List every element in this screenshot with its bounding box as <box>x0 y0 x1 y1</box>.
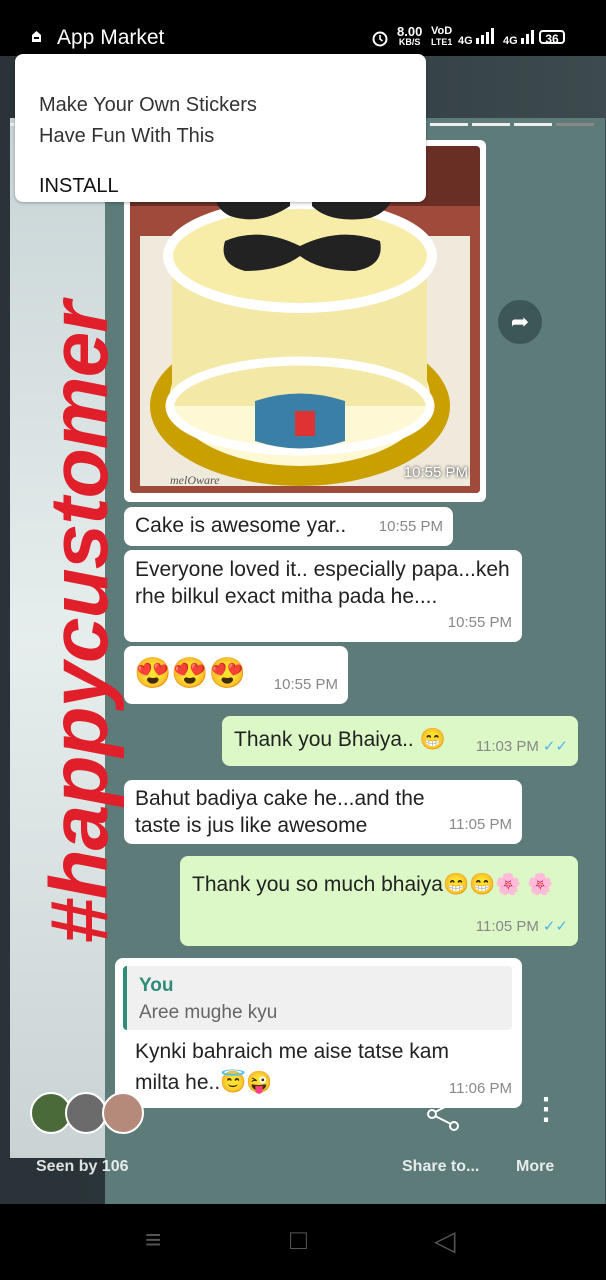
status-bar: App Market 8.00 KB/S VoD LTE1 4G 4G 36 <box>0 0 606 56</box>
alarm-icon <box>372 31 388 47</box>
ad-line-1: Make Your Own Stickers <box>39 94 257 116</box>
forward-icon: ➦ <box>510 309 530 334</box>
battery-indicator: 36 <box>539 30 565 46</box>
reply-text: Aree mughe kyu <box>139 1002 278 1023</box>
message-incoming-reply[interactable]: You Aree mughe kyu Kynki bahraich me ais… <box>115 958 522 1108</box>
read-ticks-icon: ✓✓ <box>542 738 568 755</box>
story-progress-bar <box>556 123 594 126</box>
signal-bars-icon <box>475 28 494 44</box>
signal-bars-icon <box>520 30 534 44</box>
ad-card[interactable]: Make Your Own Stickers Have Fun With Thi… <box>15 54 426 202</box>
message-time: 10:55 PM <box>403 464 468 481</box>
svg-text:melOware: melOware <box>170 473 220 487</box>
navigation-bar: ≡ □ ◁ <box>0 1204 606 1280</box>
message-incoming[interactable]: 😍😍😍 10:55 PM <box>124 646 348 704</box>
reply-quote[interactable]: You Aree mughe kyu <box>123 966 512 1030</box>
viewer-avatar[interactable] <box>102 1092 144 1134</box>
seen-by-count[interactable]: Seen by 106 <box>36 1158 129 1176</box>
more-button[interactable]: More <box>516 1158 554 1176</box>
forward-button[interactable]: ➦ <box>498 300 542 344</box>
share-icon[interactable] <box>424 1096 462 1132</box>
message-incoming[interactable]: Cake is awesome yar.. 10:55 PM <box>124 507 453 546</box>
message-time: 10:55 PM <box>273 676 338 693</box>
story-progress-bar <box>430 123 468 126</box>
more-icon[interactable]: ⋮ <box>531 1092 561 1127</box>
message-time: 10:55 PM <box>447 614 512 631</box>
message-time: 10:55 PM <box>378 518 443 535</box>
ad-line-2: Have Fun With This <box>39 125 215 147</box>
install-button[interactable]: INSTALL <box>39 175 119 198</box>
share-to-button[interactable]: Share to... <box>402 1158 479 1176</box>
story-view[interactable]: #happycustomer melOware 10:55 PM ➦ Cake … <box>0 56 606 1204</box>
story-progress-bar <box>472 123 510 126</box>
menu-icon[interactable]: ≡ <box>145 1224 161 1256</box>
signal-2: 4G <box>503 28 535 47</box>
network-speed: 8.00 KB/S <box>397 24 423 47</box>
story-progress-bar <box>514 123 552 126</box>
message-time: 11:05 PM <box>448 816 512 833</box>
back-icon[interactable]: ◁ <box>434 1224 456 1257</box>
message-outgoing[interactable]: Thank you Bhaiya.. 😁 11:03 PM ✓✓ <box>222 716 578 766</box>
message-time: 11:05 PM ✓✓ <box>475 918 568 935</box>
message-incoming[interactable]: Bahut badiya cake he...and the taste is … <box>124 780 522 844</box>
hashtag-overlay: #happycustomer <box>34 301 125 945</box>
viewer-avatar[interactable] <box>65 1092 107 1134</box>
signal-1: 4G <box>458 28 494 47</box>
home-icon[interactable]: □ <box>290 1224 307 1256</box>
message-outgoing[interactable]: Thank you so much bhaiya😁😁🌸 🌸 11:05 PM ✓✓ <box>180 856 578 946</box>
message-time: 11:03 PM ✓✓ <box>475 738 568 755</box>
message-incoming[interactable]: Everyone loved it.. especially papa...ke… <box>124 550 522 642</box>
volte-indicator: VoD LTE1 <box>431 25 453 48</box>
reply-author: You <box>139 975 174 996</box>
read-ticks-icon: ✓✓ <box>542 918 568 935</box>
app-title: App Market <box>57 26 165 49</box>
app-market-icon <box>32 31 41 42</box>
